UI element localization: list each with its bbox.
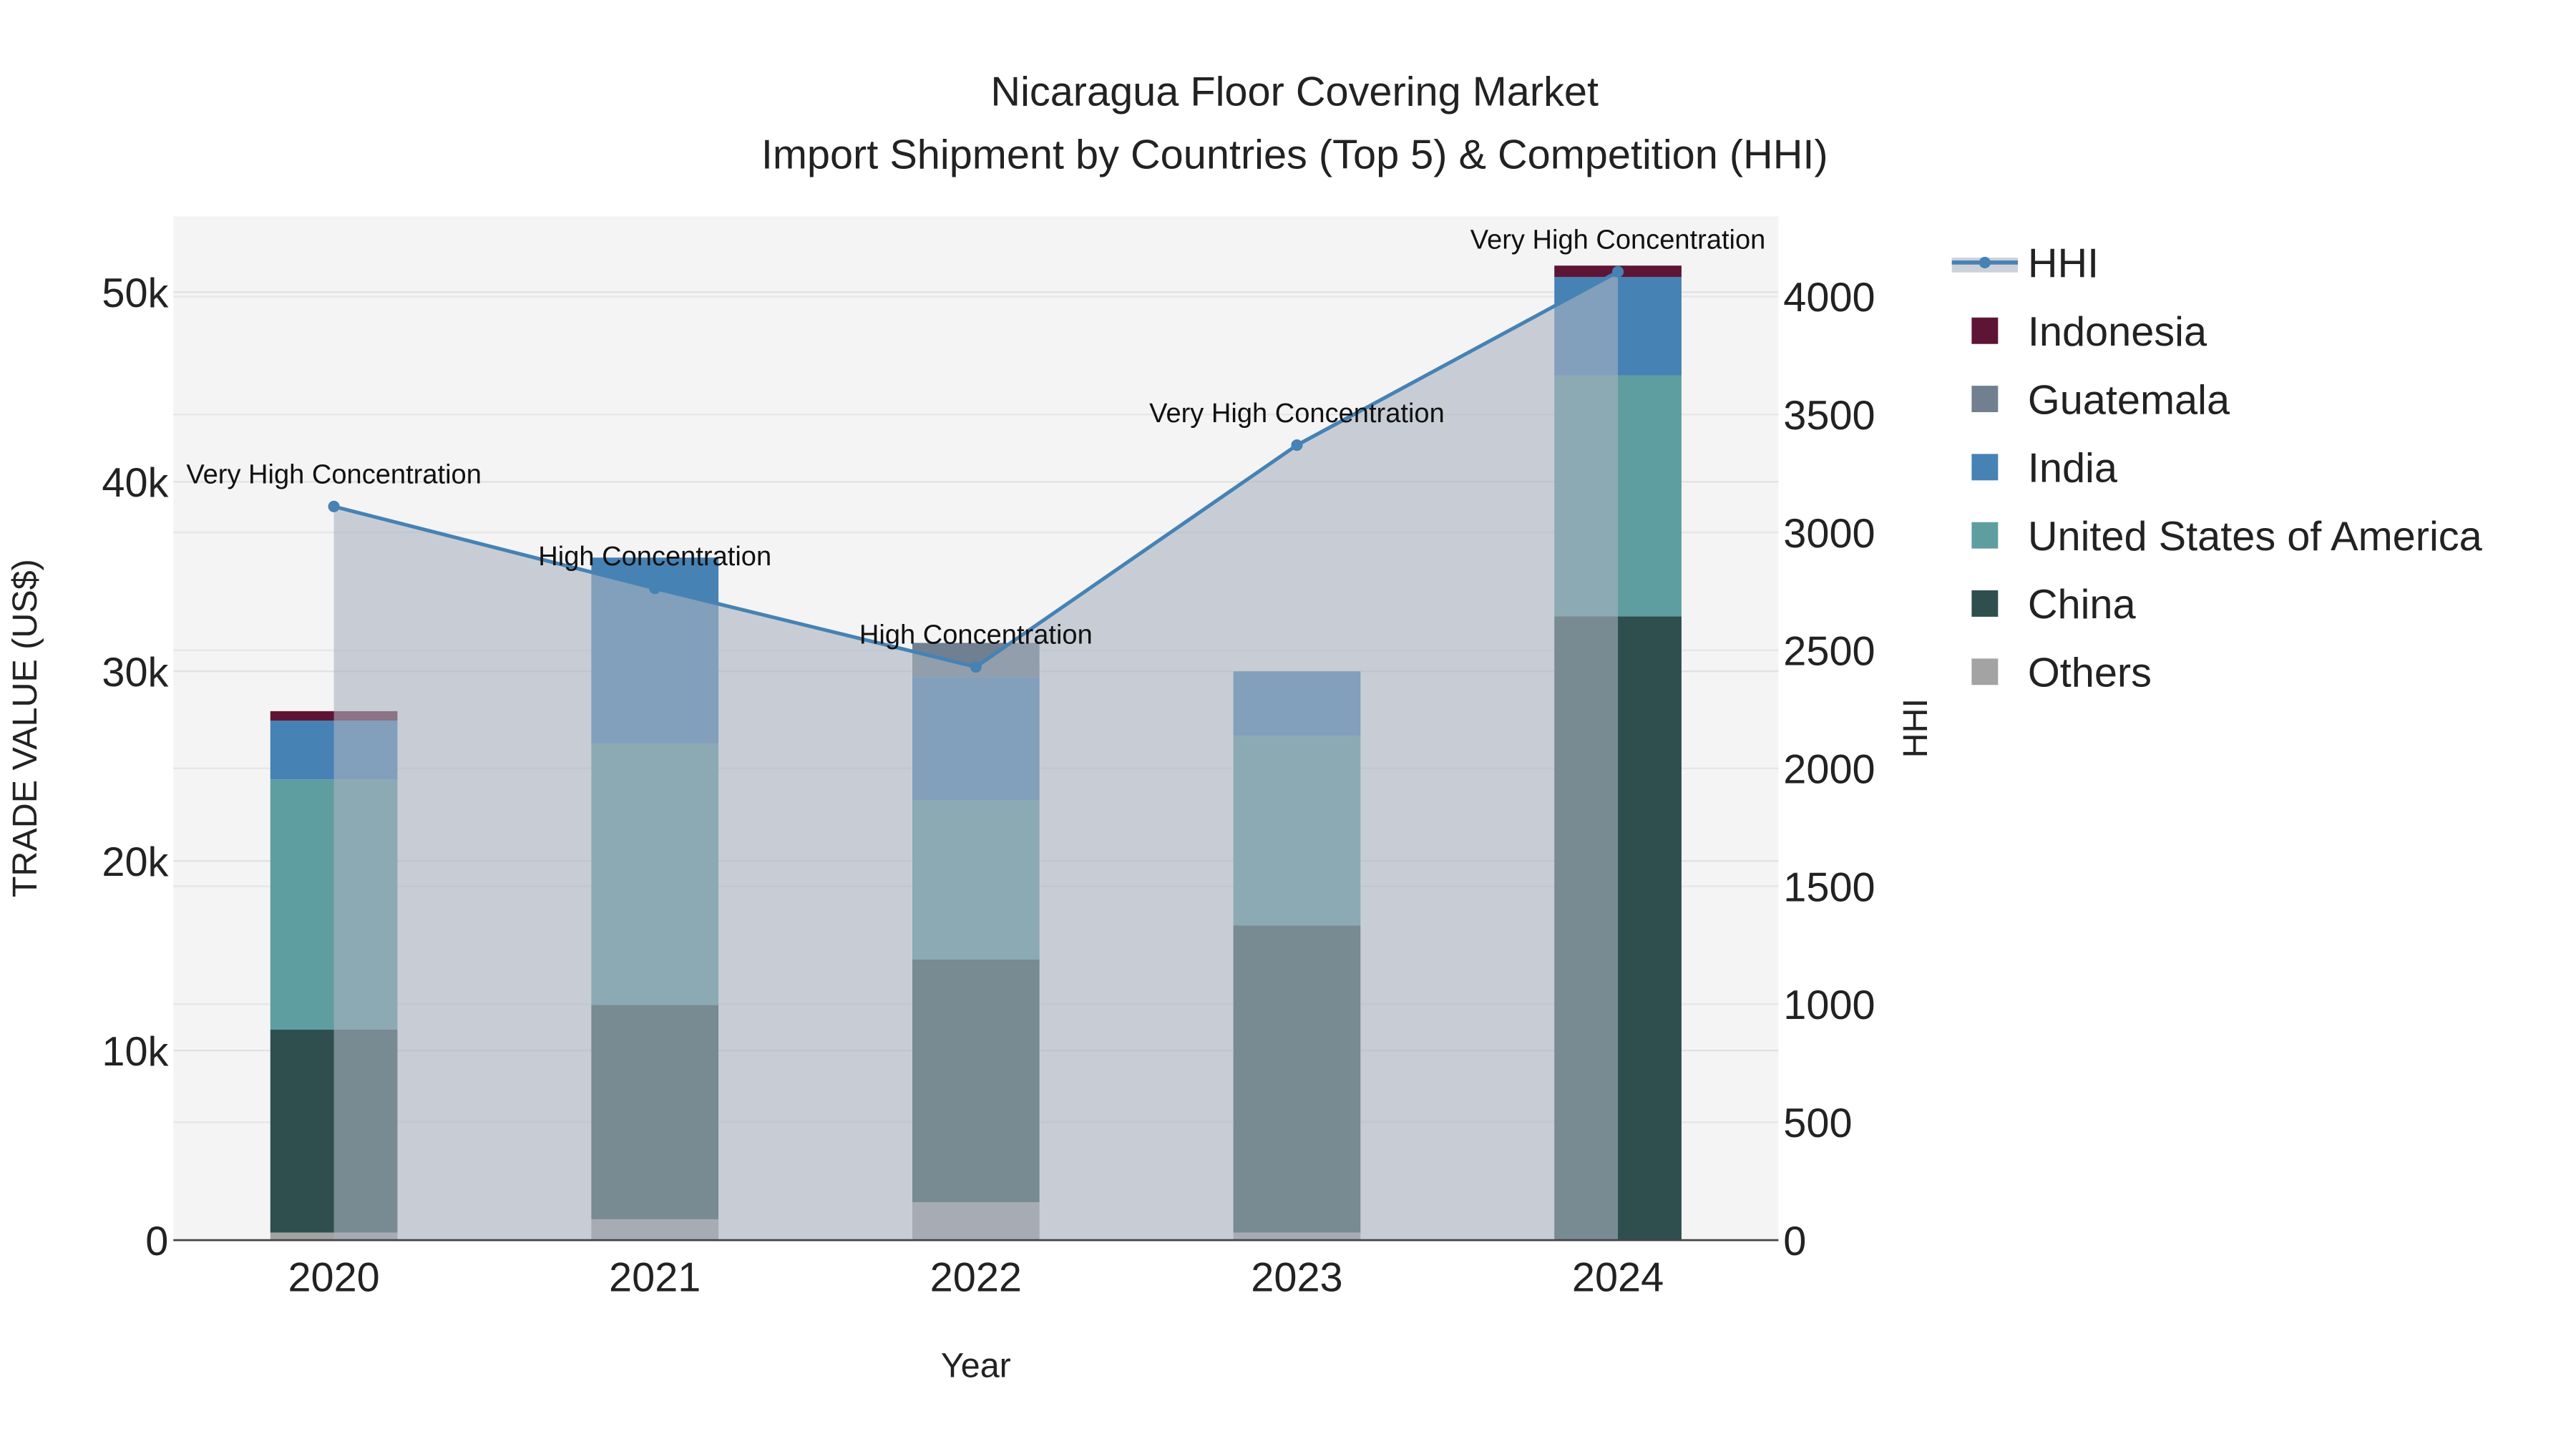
- x-tick-label: 2023: [1251, 1255, 1342, 1301]
- y2-tick-label: 3000: [1783, 511, 1875, 557]
- x-tick-label: 2020: [288, 1255, 379, 1301]
- y-tick-label: 40k: [102, 460, 168, 506]
- chart-title: Nicaragua Floor Covering Market: [990, 69, 1599, 115]
- hhi-point: [1612, 265, 1624, 278]
- legend-swatch-hhi-marker: [1979, 256, 1991, 268]
- x-tick-label: 2022: [930, 1255, 1022, 1301]
- x-tick-label: 2024: [1572, 1255, 1664, 1301]
- y2-tick-label: 2000: [1783, 747, 1875, 793]
- x-tick-label: 2021: [609, 1255, 701, 1301]
- legend-label: Guatemala: [2028, 377, 2230, 423]
- y2-axis-title: HHI: [1896, 698, 1935, 758]
- legend-swatch: [1971, 386, 1999, 412]
- legend-label: Others: [2028, 650, 2152, 696]
- legend-swatch: [1971, 454, 1999, 481]
- y-axis-title: TRADE VALUE (US$): [6, 559, 44, 897]
- legend-swatch: [1971, 590, 1999, 617]
- y2-tick-label: 4000: [1783, 275, 1875, 321]
- y2-tick-label: 3500: [1783, 393, 1875, 439]
- chart-subtitle: Import Shipment by Countries (Top 5) & C…: [761, 132, 1828, 177]
- legend-label: HHI: [2028, 241, 2099, 287]
- y2-tick-label: 0: [1783, 1219, 1806, 1264]
- y2-tick-label: 500: [1783, 1101, 1852, 1146]
- legend-swatch: [1971, 658, 1999, 686]
- legend-swatch: [1971, 522, 1999, 549]
- y-tick-label: 0: [145, 1219, 168, 1264]
- legend-swatch: [1971, 317, 1999, 344]
- legend-label: Indonesia: [2028, 309, 2207, 355]
- y-tick-label: 30k: [102, 650, 168, 696]
- y2-tick-label: 1000: [1783, 982, 1875, 1028]
- legend-label: China: [2028, 582, 2137, 628]
- hhi-point: [328, 500, 340, 512]
- hhi-point: [649, 582, 661, 595]
- y2-tick-label: 1500: [1783, 864, 1875, 910]
- legend-label: United States of America: [2028, 514, 2483, 560]
- legend-label: India: [2028, 446, 2118, 492]
- hhi-point: [970, 660, 982, 673]
- x-axis-title: Year: [941, 1347, 1011, 1385]
- hhi-annotation: Very High Concentration: [186, 459, 482, 489]
- y-tick-label: 50k: [102, 270, 168, 316]
- hhi-annotation: Very High Concentration: [1149, 399, 1445, 429]
- y-tick-label: 10k: [102, 1029, 168, 1075]
- chart: Very High Concentration High Concentratio…: [0, 0, 2576, 1449]
- hhi-annotation: Very High Concentration: [1470, 225, 1766, 255]
- y-tick-label: 20k: [102, 839, 168, 885]
- hhi-annotation: High Concentration: [859, 620, 1093, 650]
- hhi-point: [1291, 439, 1303, 452]
- y2-tick-label: 2500: [1783, 629, 1875, 675]
- hhi-annotation: High Concentration: [538, 542, 771, 572]
